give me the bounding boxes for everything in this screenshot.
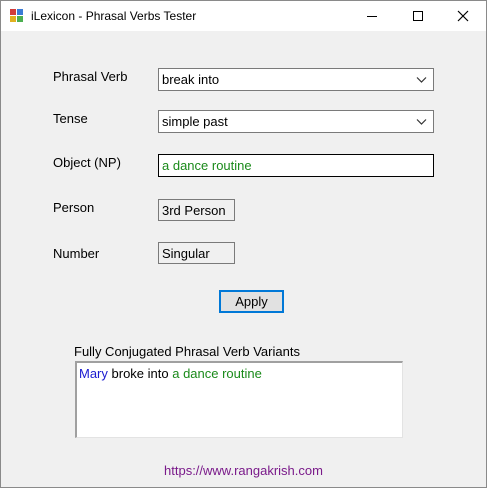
number-label: Number (53, 246, 100, 261)
chevron-down-icon[interactable] (413, 71, 430, 88)
object-input[interactable]: a dance routine (158, 154, 434, 177)
client-area: Phrasal Verb break into Tense simple pas… (1, 31, 486, 487)
result-object: a dance routine (172, 366, 262, 381)
maximize-button[interactable] (395, 1, 441, 31)
footer: https://www.rangakrish.com (1, 463, 486, 478)
phrasal-verb-dropdown[interactable]: break into (158, 68, 434, 91)
website-link[interactable]: https://www.rangakrish.com (164, 463, 323, 478)
window-title: iLexicon - Phrasal Verbs Tester (31, 9, 197, 23)
tense-dropdown[interactable]: simple past (158, 110, 434, 133)
tense-label: Tense (53, 111, 88, 126)
minimize-icon (367, 15, 377, 17)
object-value: a dance routine (162, 158, 252, 173)
app-icon[interactable] (10, 9, 24, 23)
apply-button[interactable]: Apply (219, 290, 284, 313)
title-bar[interactable]: iLexicon - Phrasal Verbs Tester (1, 1, 486, 31)
phrasal-verb-value: break into (162, 72, 220, 87)
object-label: Object (NP) (53, 155, 121, 170)
close-button[interactable] (440, 1, 486, 31)
result-subject: Mary (79, 366, 108, 381)
person-value: 3rd Person (162, 203, 226, 218)
app-window: iLexicon - Phrasal Verbs Tester Phrasal … (0, 0, 487, 488)
results-label: Fully Conjugated Phrasal Verb Variants (74, 344, 300, 359)
minimize-button[interactable] (349, 1, 395, 31)
result-line: Mary broke into a dance routine (79, 366, 262, 381)
number-field: Singular (158, 242, 235, 264)
maximize-icon (413, 11, 423, 21)
chevron-down-icon[interactable] (413, 113, 430, 130)
person-label: Person (53, 200, 95, 215)
number-value: Singular (162, 246, 210, 261)
results-textarea[interactable]: Mary broke into a dance routine (75, 361, 403, 438)
phrasal-verb-label: Phrasal Verb (53, 69, 128, 84)
close-icon (457, 10, 469, 22)
result-verb: broke into (111, 366, 169, 381)
tense-value: simple past (162, 114, 228, 129)
person-field: 3rd Person (158, 199, 235, 221)
